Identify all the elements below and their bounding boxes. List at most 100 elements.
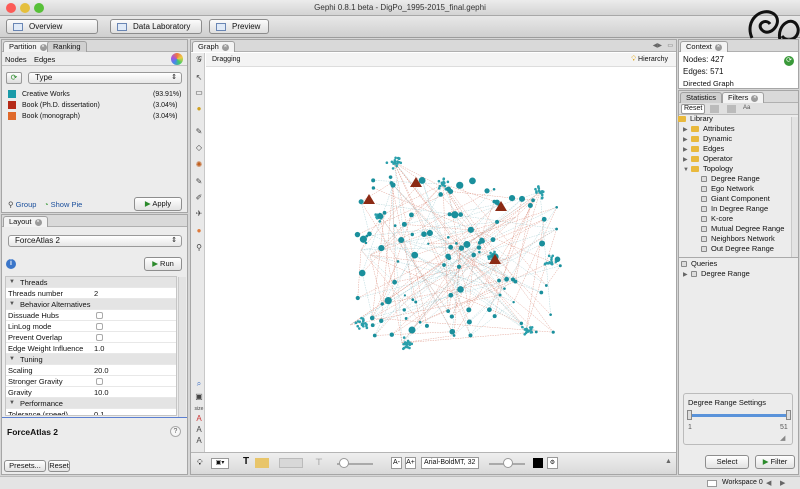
graph-node[interactable] <box>540 189 544 193</box>
graph-node[interactable] <box>447 236 450 239</box>
tab-graph[interactable]: Graph × <box>192 41 235 52</box>
filters-reset-button[interactable]: Reset <box>681 104 706 114</box>
topology-filter-item[interactable]: Out Degree Range <box>701 244 800 254</box>
property-row[interactable]: Tolerance (speed) 0.1 <box>6 409 176 415</box>
graph-node[interactable] <box>549 313 552 316</box>
graph-node[interactable] <box>442 263 446 267</box>
graph-node[interactable] <box>408 326 416 334</box>
expand-toolbar-icon[interactable]: ▲ <box>665 458 672 465</box>
font-up-icon[interactable]: A <box>193 435 205 447</box>
graph-node[interactable] <box>519 195 526 202</box>
drag-icon[interactable]: ● <box>193 103 205 115</box>
graph-node[interactable] <box>527 203 533 209</box>
layout-algorithm-select[interactable]: ForceAtlas 2 ⇕ <box>8 235 182 247</box>
label-color-icon[interactable] <box>255 458 269 468</box>
preview-button[interactable]: Preview <box>209 19 269 34</box>
workspace-prev-icon[interactable]: ◀ <box>766 479 771 487</box>
hub-node[interactable] <box>363 194 375 204</box>
graph-node[interactable] <box>388 175 393 179</box>
gephi-tool-icon[interactable]: 𝒢 <box>193 54 205 66</box>
library-folder[interactable]: ▶ Operator <box>683 154 793 164</box>
select-button[interactable]: Select <box>705 455 749 469</box>
graph-node[interactable] <box>523 332 526 336</box>
graph-node[interactable] <box>547 254 551 258</box>
property-checkbox[interactable] <box>96 323 103 330</box>
apply-button[interactable]: ▶ Apply <box>134 197 182 211</box>
graph-node[interactable] <box>503 287 506 290</box>
graph-node[interactable] <box>362 324 365 328</box>
graph-node[interactable] <box>521 325 524 329</box>
topology-filter-item[interactable]: Neighbors Network <box>701 234 800 244</box>
filter-toolbar-icon[interactable] <box>727 105 736 113</box>
library-folder[interactable]: ▶ Dynamic <box>683 134 793 144</box>
graph-node[interactable] <box>467 226 474 233</box>
tab-context[interactable]: Context × <box>680 41 728 52</box>
graph-node[interactable] <box>455 242 458 245</box>
graph-node[interactable] <box>354 321 358 325</box>
graph-node[interactable] <box>448 244 454 250</box>
property-category[interactable]: ▼ Tuning <box>6 354 176 365</box>
graph-node[interactable] <box>535 191 538 194</box>
library-folder[interactable]: ▶ Edges <box>683 144 793 154</box>
group-link[interactable]: ⚲ Group <box>8 200 36 209</box>
graph-node[interactable] <box>471 252 476 258</box>
property-row[interactable]: Prevent Overlap <box>6 332 176 343</box>
topology-filter-item[interactable]: Mutual Degree Range <box>701 224 800 234</box>
graph-node[interactable] <box>555 227 558 231</box>
graph-node[interactable] <box>541 216 547 222</box>
graph-node[interactable] <box>457 286 464 293</box>
collapse-icon[interactable]: ▼ <box>9 354 15 365</box>
graph-node[interactable] <box>441 183 445 187</box>
graph-node[interactable] <box>356 324 359 328</box>
graph-node[interactable] <box>437 187 441 190</box>
graph-node[interactable] <box>554 256 561 263</box>
expand-icon[interactable]: ▼ <box>683 165 691 175</box>
graph-node[interactable] <box>469 177 476 185</box>
property-checkbox[interactable] <box>96 378 103 385</box>
graph-node[interactable] <box>380 302 384 306</box>
property-row[interactable]: Gravity 10.0 <box>6 387 176 398</box>
library-root[interactable]: Library <box>678 114 788 124</box>
color-palette-icon[interactable] <box>171 53 183 65</box>
graph-node[interactable] <box>504 276 509 282</box>
graph-node[interactable] <box>540 196 544 200</box>
filter-button[interactable]: ▶ Filter <box>755 455 795 469</box>
graph-node[interactable] <box>403 342 407 346</box>
graph-node[interactable] <box>531 198 535 203</box>
graph-node[interactable] <box>364 321 367 325</box>
graph-node[interactable] <box>418 177 426 184</box>
info-icon[interactable]: i <box>6 259 16 269</box>
graph-node[interactable] <box>525 330 529 334</box>
label-settings-icon[interactable]: ⚙ <box>547 457 558 469</box>
partition-item[interactable]: Book (monograph) (3.04%) <box>8 112 188 122</box>
graph-node[interactable] <box>534 187 537 191</box>
font-selector[interactable]: Arial-BoldMT, 32 <box>421 457 479 469</box>
range-min-handle[interactable] <box>687 410 692 420</box>
graph-node[interactable] <box>476 245 482 250</box>
eraser-icon[interactable]: ◇ <box>193 142 205 154</box>
library-folder[interactable]: ▶ Attributes <box>683 124 793 134</box>
graph-node[interactable] <box>394 156 397 160</box>
reset-layout-button[interactable]: Reset <box>48 460 70 472</box>
graph-node[interactable] <box>456 181 464 189</box>
graph-node[interactable] <box>382 210 387 215</box>
property-row[interactable]: Dissuade Hubs <box>6 310 176 321</box>
decrease-font-button[interactable]: A- <box>391 457 402 469</box>
size-icon[interactable]: ⊤ <box>315 457 323 468</box>
graph-node[interactable] <box>492 187 496 191</box>
tab-filters[interactable]: Filters × <box>722 92 765 103</box>
graph-node[interactable] <box>393 162 397 165</box>
graph-node[interactable] <box>404 317 408 320</box>
graph-node[interactable] <box>360 316 363 320</box>
close-icon[interactable]: × <box>221 43 229 51</box>
graph-node[interactable] <box>408 341 411 344</box>
graph-node[interactable] <box>427 242 430 245</box>
screenshot-button[interactable]: ▣▾ <box>211 458 229 469</box>
refresh-partition-button[interactable]: ⟳ <box>6 72 22 84</box>
graph-node[interactable] <box>396 156 400 160</box>
graph-node[interactable] <box>411 298 415 302</box>
close-icon[interactable]: × <box>39 43 47 51</box>
range-slider-track[interactable] <box>689 414 789 417</box>
help-icon[interactable]: ? <box>170 426 181 437</box>
graph-node[interactable] <box>539 240 546 247</box>
